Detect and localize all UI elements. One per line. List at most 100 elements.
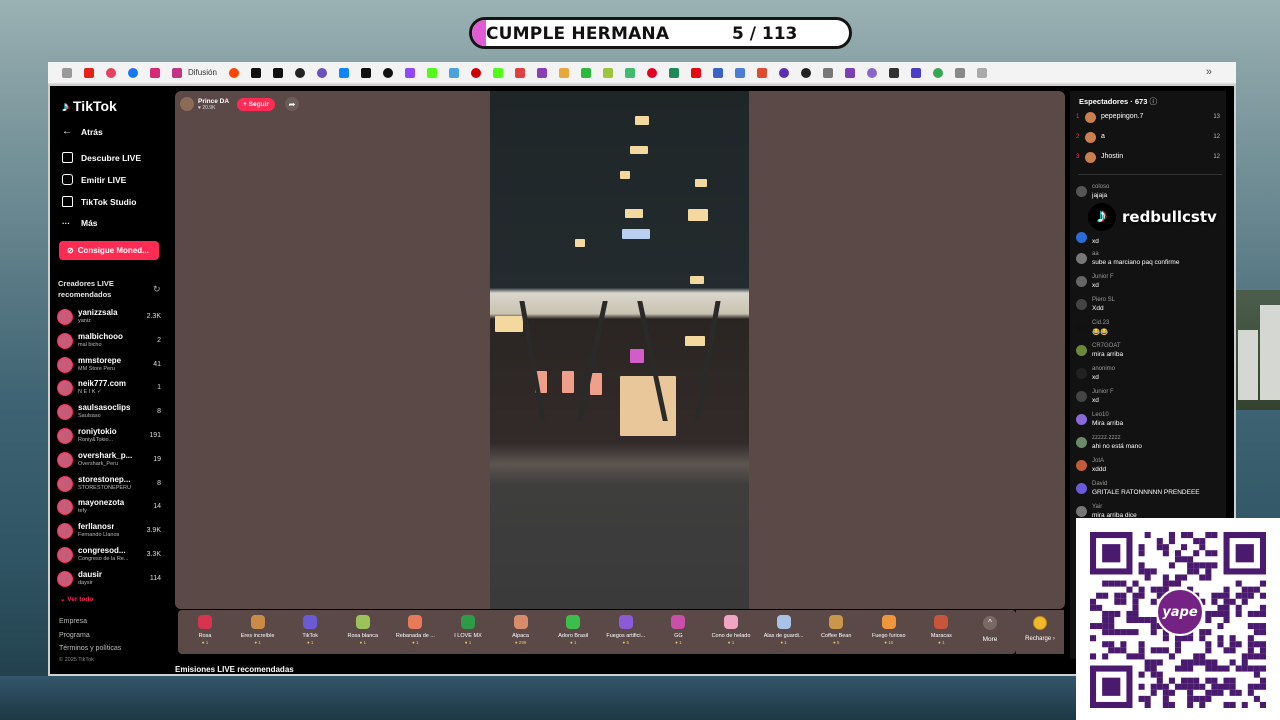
share-icon[interactable]: ➦	[284, 97, 299, 111]
gift-item[interactable]: Rosa ● 1	[180, 613, 230, 645]
kick-icon[interactable]	[580, 67, 591, 78]
youtube-icon[interactable]	[84, 67, 94, 78]
top-viewer[interactable]: 2 a 12	[1074, 130, 1222, 146]
chat-avatar[interactable]	[1076, 276, 1087, 287]
see-all-link[interactable]: ⌄ Ver todo	[60, 595, 93, 603]
bookmark-label[interactable]: Difusión	[188, 68, 217, 77]
host-avatar[interactable]	[180, 97, 194, 111]
creator-item[interactable]: congresod... Congreso de la Re... 3.3K	[57, 545, 163, 565]
creator-item[interactable]: roniytokio Roniy&Tokio... 191	[57, 426, 163, 446]
app-icon[interactable]	[976, 67, 987, 78]
chat-username[interactable]: CR7GOAT	[1092, 343, 1121, 349]
chat-avatar[interactable]	[1076, 232, 1087, 243]
creator-item[interactable]: yanizzsala yaniz 2.3K	[57, 307, 163, 327]
live-video[interactable]	[490, 91, 749, 609]
nav-studio[interactable]: TikTok Studio	[62, 196, 136, 207]
app-icon[interactable]	[602, 67, 613, 78]
tiktok-logo[interactable]: ♪ TikTok	[62, 98, 117, 114]
x-icon[interactable]	[250, 67, 261, 78]
reddit-icon[interactable]	[228, 67, 239, 78]
app-icon[interactable]	[800, 67, 811, 78]
app-icon[interactable]	[382, 67, 393, 78]
chrome-icon[interactable]	[932, 67, 943, 78]
creator-item[interactable]: mayonezota tefy 14	[57, 497, 163, 517]
kick-icon[interactable]	[426, 67, 437, 78]
viewers-count[interactable]: Espectadores · 673 ⓘ	[1079, 96, 1157, 107]
chat-avatar[interactable]	[1076, 414, 1087, 425]
top-viewer[interactable]: 1 pepepingon.7 13	[1074, 110, 1222, 126]
app-icon[interactable]	[624, 67, 635, 78]
creator-item[interactable]: malbichooo mal bicho 2	[57, 331, 163, 351]
gift-item[interactable]: I LOVE MX ● 1	[443, 613, 493, 645]
apps-grid-icon[interactable]	[62, 67, 72, 78]
app-icon[interactable]	[778, 67, 789, 78]
creator-item[interactable]: saulsasoclips Saulsaso 8	[57, 402, 163, 422]
app-icon[interactable]	[822, 67, 833, 78]
gift-item[interactable]: Cono de helado ● 1	[706, 613, 756, 645]
chat-avatar[interactable]	[1076, 322, 1087, 333]
chat-avatar[interactable]	[1076, 299, 1087, 310]
footer-program-link[interactable]: Programa	[59, 632, 90, 639]
app-icon[interactable]	[756, 67, 767, 78]
app-icon[interactable]	[888, 67, 899, 78]
creator-item[interactable]: dausir daysir 114	[57, 569, 163, 589]
app-icon[interactable]	[536, 67, 547, 78]
creator-item[interactable]: mmstorepe MM Store Peru 41	[57, 355, 163, 375]
gift-item[interactable]: Fuego furioso ● 10	[864, 613, 914, 645]
more-gifts-button[interactable]: ^ More	[968, 612, 1012, 643]
app-icon[interactable]	[712, 67, 723, 78]
nav-back[interactable]: ← Atrás	[62, 126, 103, 137]
instagram-icon[interactable]	[150, 67, 160, 78]
kick-icon[interactable]	[492, 67, 503, 78]
app-icon[interactable]	[514, 67, 525, 78]
x-icon[interactable]	[272, 67, 283, 78]
bookmarks-overflow-button[interactable]: »	[1206, 66, 1212, 78]
app-icon[interactable]	[910, 67, 921, 78]
gift-item[interactable]: Eres increíble ● 1	[233, 613, 283, 645]
app-icon[interactable]	[558, 67, 569, 78]
gift-item[interactable]: Alas de guardi... ● 1	[759, 613, 809, 645]
threads-icon[interactable]	[294, 67, 305, 78]
chat-avatar[interactable]	[1076, 391, 1087, 402]
chat-username[interactable]: Junior F	[1092, 389, 1114, 395]
chat-username[interactable]: zzzzz.zzzz	[1092, 435, 1121, 441]
gift-item[interactable]: Rebanada de ... ● 1	[390, 613, 440, 645]
instagram-icon[interactable]	[172, 67, 182, 78]
nav-discover-live[interactable]: Descubre LIVE	[62, 152, 141, 163]
facebook-icon[interactable]	[128, 67, 138, 78]
footer-terms-link[interactable]: Términos y políticas	[59, 645, 121, 652]
chat-username[interactable]: Leo10	[1092, 412, 1109, 418]
app-icon[interactable]	[316, 67, 327, 78]
top-viewer[interactable]: 3 Jhostin 12	[1074, 150, 1222, 166]
chat-username[interactable]: JotA	[1092, 458, 1104, 464]
app-icon[interactable]	[448, 67, 459, 78]
refresh-icon[interactable]: ↻	[153, 284, 161, 295]
app-icon[interactable]	[106, 67, 116, 78]
twitch-icon[interactable]	[404, 67, 415, 78]
creator-item[interactable]: ferllanosr Fernando Llanos 3.9K	[57, 521, 163, 541]
chat-username[interactable]: Junior F	[1092, 274, 1114, 280]
get-coins-button[interactable]: ⊘ Consigue Moned...	[59, 241, 159, 260]
nav-go-live[interactable]: Emitir LIVE	[62, 174, 126, 185]
chat-avatar[interactable]	[1076, 345, 1087, 356]
app-icon[interactable]	[954, 67, 965, 78]
chat-avatar[interactable]	[1076, 506, 1087, 517]
chat-avatar[interactable]	[1076, 460, 1087, 471]
live-stream-stage[interactable]: Prince DA ♥ 20.9K + Seguir ➦	[175, 91, 1065, 609]
app-icon[interactable]	[866, 67, 877, 78]
bluesky-icon[interactable]	[338, 67, 349, 78]
chat-avatar[interactable]	[1076, 186, 1087, 197]
gift-item[interactable]: Adoro Brasil ● 1	[548, 613, 598, 645]
app-icon[interactable]	[734, 67, 745, 78]
recharge-button[interactable]: Recharge ›	[1016, 610, 1064, 654]
app-icon[interactable]	[470, 67, 481, 78]
chat-username[interactable]: coloso	[1092, 184, 1109, 190]
chat-username[interactable]: anonimo	[1092, 366, 1115, 372]
chat-username[interactable]: Piero SL	[1092, 297, 1115, 303]
chat-avatar[interactable]	[1076, 253, 1087, 264]
chat-username[interactable]: Yair	[1092, 504, 1102, 510]
app-icon[interactable]	[668, 67, 679, 78]
host-name[interactable]: Prince DA	[198, 98, 229, 105]
chat-avatar[interactable]	[1076, 437, 1087, 448]
gift-item[interactable]: Fuegos artifici... ● 5	[601, 613, 651, 645]
